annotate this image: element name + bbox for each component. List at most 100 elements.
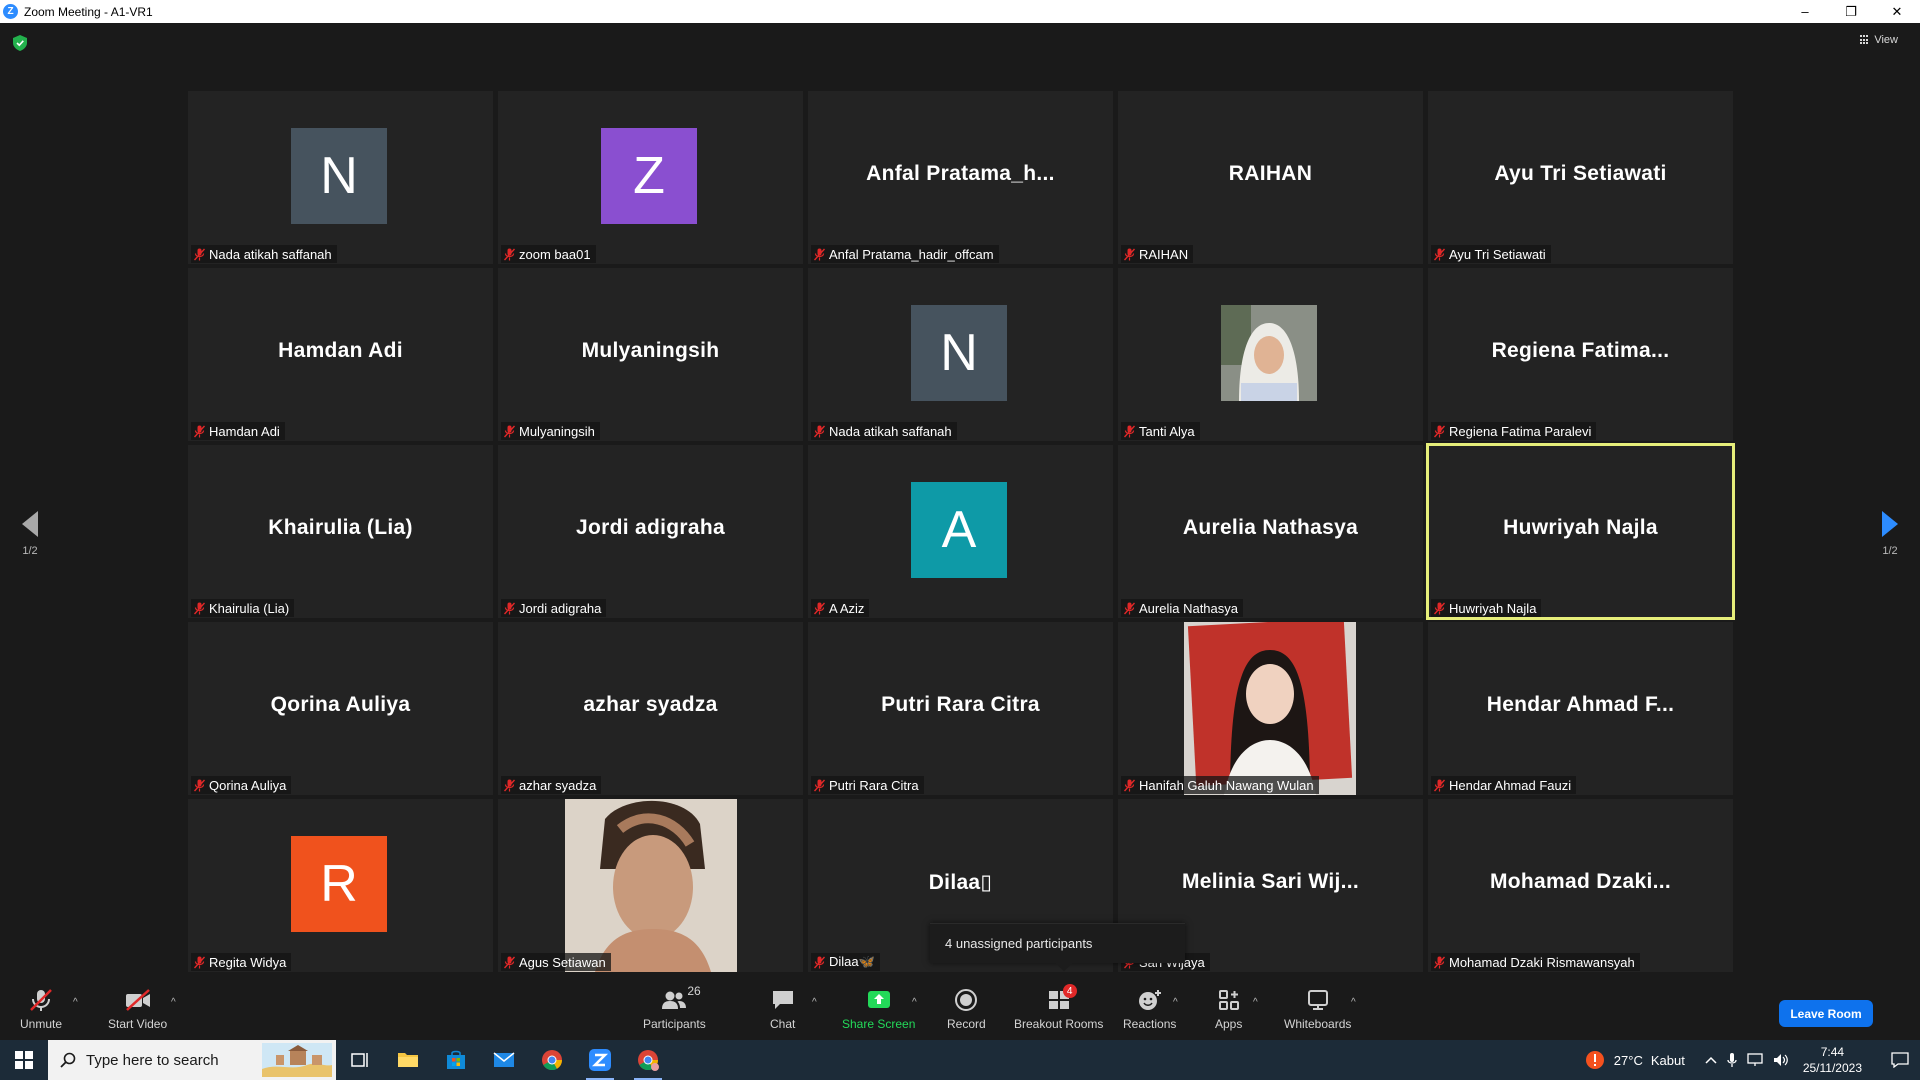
muted-mic-icon <box>504 248 515 260</box>
participant-avatar: N <box>291 128 387 224</box>
start-button[interactable] <box>0 1040 48 1080</box>
restore-button[interactable]: ❐ <box>1828 0 1874 23</box>
participant-tile[interactable]: Hamdan Adi Hamdan Adi <box>188 268 493 441</box>
participant-tile[interactable]: Hendar Ahmad F... Hendar Ahmad Fauzi <box>1428 622 1733 795</box>
participant-name: Regiena Fatima Paralevi <box>1449 423 1592 439</box>
muted-mic-icon <box>814 779 825 791</box>
participant-tile[interactable]: Anfal Pratama_h... Anfal Pratama_hadir_of… <box>808 91 1113 264</box>
participant-tile[interactable]: Ayu Tri Setiawati Ayu Tri Setiawati <box>1428 91 1733 264</box>
apps-options-caret-icon[interactable]: ^ <box>1253 997 1258 1008</box>
view-button[interactable]: View <box>1860 34 1898 46</box>
video-camera-off-icon <box>125 989 150 1011</box>
participant-name: Mulyaningsih <box>519 423 595 439</box>
previous-page-button[interactable]: 1/2 <box>10 511 50 557</box>
participant-tile[interactable]: Agus Setiawan <box>498 799 803 972</box>
close-button[interactable]: ✕ <box>1874 0 1920 23</box>
participant-photo <box>1221 305 1317 401</box>
notification-center-button[interactable] <box>1880 1052 1920 1068</box>
participant-tile[interactable]: Hanifah Galuh Nawang Wulan <box>1118 622 1423 795</box>
participant-name-label: Agus Setiawan <box>501 953 611 971</box>
participant-name: Qorina Auliya <box>209 777 287 793</box>
chat-options-caret-icon[interactable]: ^ <box>812 997 817 1008</box>
muted-mic-icon <box>1434 248 1445 260</box>
share-screen-button[interactable]: Share Screen <box>842 988 915 1031</box>
chrome-button[interactable] <box>528 1040 576 1080</box>
participant-display-name: Qorina Auliya <box>270 693 411 716</box>
participant-tile[interactable]: N Nada atikah saffanah <box>188 91 493 264</box>
reactions-options-caret-icon[interactable]: ^ <box>1173 997 1178 1008</box>
participant-tile[interactable]: Tanti Alya <box>1118 268 1423 441</box>
start-video-button[interactable]: Start Video <box>108 988 167 1031</box>
muted-mic-icon <box>194 425 205 437</box>
video-options-caret-icon[interactable]: ^ <box>171 997 176 1008</box>
participant-name: Agus Setiawan <box>519 954 606 970</box>
show-hidden-icons-chevron-icon[interactable] <box>1705 1056 1717 1064</box>
breakout-rooms-button[interactable]: 4 Breakout Rooms <box>1014 984 1104 1031</box>
participants-button[interactable]: 26 Participants <box>643 984 706 1031</box>
participant-name: Hendar Ahmad Fauzi <box>1449 777 1572 793</box>
view-label: View <box>1874 34 1898 46</box>
weather-widget[interactable]: 27°C Kabut <box>1584 1050 1685 1070</box>
participant-name: Huwriyah Najla <box>1449 600 1537 616</box>
share-options-caret-icon[interactable]: ^ <box>912 997 917 1008</box>
participant-tile[interactable]: Mulyaningsih Mulyaningsih <box>498 268 803 441</box>
participant-tile[interactable]: R Regita Widya <box>188 799 493 972</box>
participant-tile[interactable]: Putri Rara Citra Putri Rara Citra <box>808 622 1113 795</box>
audio-options-caret-icon[interactable]: ^ <box>73 997 78 1008</box>
participant-name: Nada atikah saffanah <box>209 246 332 262</box>
participant-tile[interactable]: Regiena Fatima... Regiena Fatima Paralevi <box>1428 268 1733 441</box>
participant-name-label: zoom baa01 <box>501 245 596 263</box>
unassigned-participants-tooltip: 4 unassigned participants <box>930 923 1185 972</box>
weather-condition: Kabut <box>1650 1052 1685 1068</box>
breakout-rooms-label: Breakout Rooms <box>1014 1017 1104 1031</box>
minimize-button[interactable]: – <box>1782 0 1828 23</box>
participant-name: Jordi adigraha <box>519 600 602 616</box>
participant-tile[interactable]: RAIHAN RAIHAN <box>1118 91 1423 264</box>
participant-tile[interactable]: Khairulia (Lia) Khairulia (Lia) <box>188 445 493 618</box>
participant-tile[interactable]: Huwriyah Najla Huwriyah Najla <box>1426 443 1735 620</box>
participant-tile[interactable]: Aurelia Nathasya Aurelia Nathasya <box>1118 445 1423 618</box>
participant-tile[interactable]: A A Aziz <box>808 445 1113 618</box>
system-tray: 27°C Kabut 7:44 25/11/2023 <box>1584 1040 1920 1080</box>
chrome-profile-button[interactable] <box>624 1040 672 1080</box>
whiteboards-button[interactable]: Whiteboards <box>1284 988 1351 1031</box>
volume-icon[interactable] <box>1773 1053 1789 1067</box>
leave-room-button[interactable]: Leave Room <box>1779 1000 1873 1027</box>
participant-display-name: RAIHAN <box>1228 162 1313 185</box>
breakout-rooms-badge: 4 <box>1062 984 1077 998</box>
window-title: Zoom Meeting - A1-VR1 <box>24 4 153 19</box>
unmute-button[interactable]: Unmute <box>20 988 62 1031</box>
zoom-taskbar-button[interactable] <box>576 1040 624 1080</box>
participant-tile[interactable]: Zzoom baa01 <box>498 91 803 264</box>
participant-tile[interactable]: Mohamad Dzaki... Mohamad Dzaki Rismawansy… <box>1428 799 1733 972</box>
task-view-button[interactable] <box>336 1040 384 1080</box>
network-icon[interactable] <box>1747 1053 1763 1067</box>
clock[interactable]: 7:44 25/11/2023 <box>1803 1044 1862 1076</box>
participant-name-label: Jordi adigraha <box>501 599 607 617</box>
security-shield-icon[interactable] <box>13 35 27 51</box>
chat-button[interactable]: Chat <box>770 988 795 1031</box>
participant-tile[interactable]: Qorina Auliya Qorina Auliya <box>188 622 493 795</box>
muted-mic-icon <box>504 779 515 791</box>
reactions-button[interactable]: Reactions <box>1123 988 1176 1031</box>
microsoft-store-button[interactable] <box>432 1040 480 1080</box>
participant-tile[interactable]: azhar syadza azhar syadza <box>498 622 803 795</box>
file-explorer-button[interactable] <box>384 1040 432 1080</box>
participant-avatar: A <box>911 482 1007 578</box>
muted-mic-icon <box>194 602 205 614</box>
mail-button[interactable] <box>480 1040 528 1080</box>
record-button[interactable]: Record <box>947 988 986 1031</box>
participant-display-name: Aurelia Nathasya <box>1182 516 1359 539</box>
muted-mic-icon <box>814 602 825 614</box>
microphone-tray-icon[interactable] <box>1727 1052 1737 1068</box>
apps-button[interactable]: Apps <box>1215 988 1242 1031</box>
taskbar-search-box[interactable]: Type here to search <box>48 1040 336 1080</box>
participant-tile[interactable]: Jordi adigraha Jordi adigraha <box>498 445 803 618</box>
participant-display-name: Dilaa▯ <box>928 871 993 894</box>
participant-name: azhar syadza <box>519 777 597 793</box>
whiteboards-options-caret-icon[interactable]: ^ <box>1351 997 1356 1008</box>
participant-tile[interactable]: N Nada atikah saffanah <box>808 268 1113 441</box>
participant-display-name: Jordi adigraha <box>576 516 725 539</box>
next-page-button[interactable]: 1/2 <box>1870 511 1910 557</box>
participant-display-name: Regiena Fatima... <box>1491 339 1670 362</box>
